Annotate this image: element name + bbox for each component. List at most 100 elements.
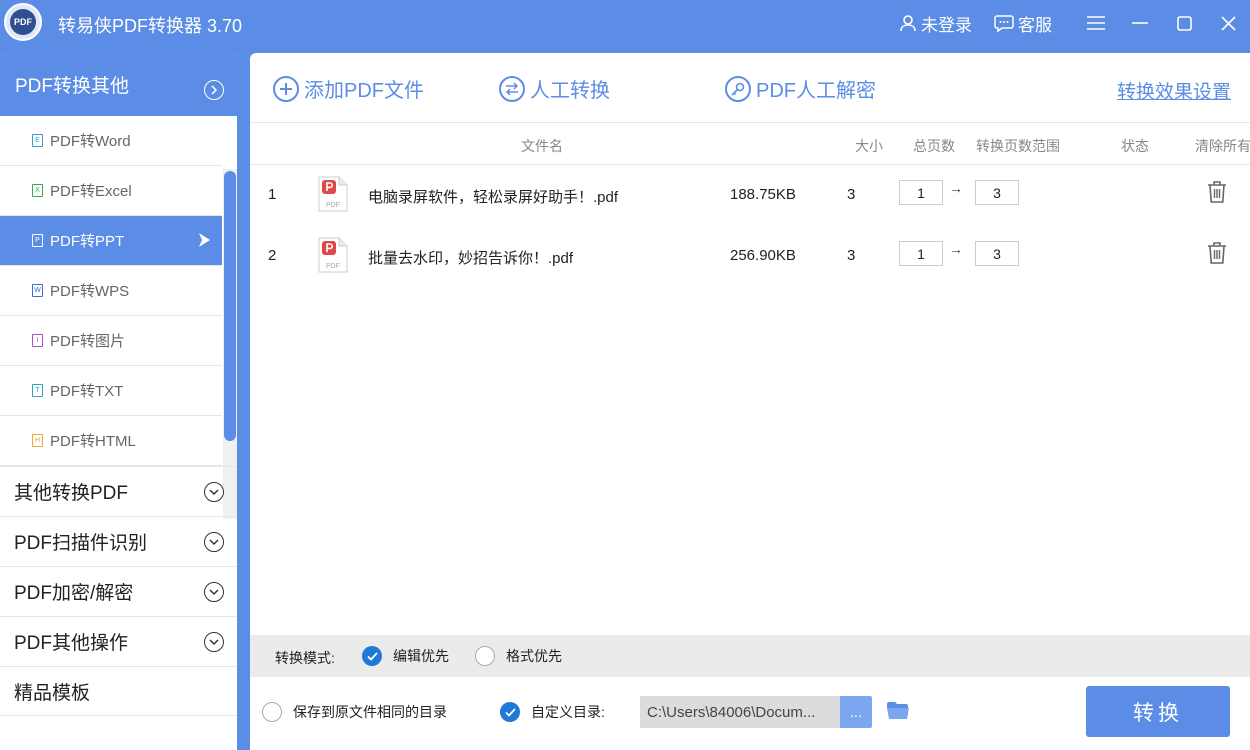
- table-row[interactable]: 2 PDF 批量去水印，妙招告诉你！.pdf 256.90KB 3 →: [250, 226, 1250, 287]
- row-index: 2: [268, 247, 277, 264]
- sidebar-item-templates[interactable]: 精品模板: [0, 666, 237, 716]
- minimize-icon: [1132, 22, 1148, 24]
- excel-file-icon: X: [32, 184, 43, 197]
- manual-decrypt-label: PDF人工解密: [756, 80, 876, 102]
- row-index: 1: [268, 186, 277, 203]
- sidebar-group-2[interactable]: PDF加密/解密: [0, 566, 237, 616]
- output-bar: 保存到原文件相同的目录 自定义目录: ... 转换: [250, 677, 1250, 750]
- word-file-icon: E: [32, 134, 43, 147]
- col-size: 大小: [855, 138, 883, 154]
- customer-service-button[interactable]: 客服: [994, 11, 1052, 36]
- sidebar-group-0[interactable]: 其他转换PDF: [0, 466, 237, 516]
- sidebar-group-1[interactable]: PDF扫描件识别: [0, 516, 237, 566]
- sidebar-group-3[interactable]: PDF其他操作: [0, 616, 237, 666]
- col-pages: 总页数: [913, 138, 955, 154]
- range-arrow: →: [949, 180, 963, 196]
- app-logo: PDF: [4, 3, 42, 41]
- html-file-icon: H: [32, 434, 43, 447]
- sidebar-group-label: PDF其他操作: [14, 633, 129, 654]
- chevron-down-icon: [204, 482, 224, 502]
- maximize-button[interactable]: [1162, 0, 1206, 46]
- sidebar-item-excel[interactable]: X PDF转Excel: [0, 166, 222, 216]
- manual-convert-button[interactable]: 人工转换: [499, 74, 610, 103]
- user-icon: [900, 15, 916, 32]
- sidebar-header-label: PDF转换其他: [15, 76, 130, 97]
- sidebar-group-label: 其他转换PDF: [14, 483, 129, 504]
- mode-bar: 转换模式: 编辑优先 格式优先: [250, 635, 1250, 677]
- title-bar: PDF 转易侠PDF转换器 3.70 未登录 客服: [0, 0, 1250, 46]
- sidebar-item-image[interactable]: I PDF转图片: [0, 316, 222, 366]
- table-row[interactable]: 1 PDF 电脑录屏软件，轻松录屏好助手！.pdf 188.75KB 3 →: [250, 165, 1250, 226]
- sidebar-header-pdf-to-other[interactable]: PDF转换其他: [0, 53, 237, 116]
- manual-decrypt-button[interactable]: PDF人工解密: [725, 74, 876, 103]
- page-from-input[interactable]: [899, 180, 943, 205]
- sidebar-scroll-thumb[interactable]: [224, 171, 236, 441]
- sidebar-item-label: PDF转Excel: [50, 183, 132, 200]
- format-first-label: 格式优先: [506, 648, 562, 664]
- close-button[interactable]: [1206, 0, 1250, 46]
- same-dir-option[interactable]: 保存到原文件相同的目录: [262, 702, 447, 722]
- app-logo-text: PDF: [10, 9, 36, 35]
- page-to-input[interactable]: [975, 241, 1019, 266]
- file-name: 电脑录屏软件，轻松录屏好助手！.pdf: [368, 189, 619, 206]
- col-range: 转换页数范围: [976, 138, 1060, 154]
- trash-icon[interactable]: [1206, 241, 1228, 269]
- login-label: 未登录: [921, 15, 972, 35]
- wps-file-icon: W: [32, 284, 43, 297]
- sidebar: PDF转换其他 E PDF转Word X PDF转Excel P PDF转PPT W PDF转…: [0, 53, 237, 750]
- sidebar-item-label: PDF转Word: [50, 133, 131, 150]
- svg-text:PDF: PDF: [326, 263, 340, 270]
- chevron-down-icon: [204, 632, 224, 652]
- format-first-option[interactable]: 格式优先: [475, 646, 562, 666]
- range-arrow: →: [949, 241, 963, 257]
- chevron-down-icon: [204, 532, 224, 552]
- plus-icon: [273, 75, 299, 102]
- sidebar-item-word[interactable]: E PDF转Word: [0, 116, 222, 166]
- close-icon: [1220, 15, 1236, 31]
- edit-first-option[interactable]: 编辑优先: [362, 646, 449, 666]
- minimize-button[interactable]: [1118, 0, 1162, 46]
- swap-icon: [499, 75, 525, 102]
- trash-icon[interactable]: [1206, 180, 1228, 208]
- radio-unchecked-icon: [262, 702, 282, 722]
- app-title: 转易侠PDF转换器 3.70: [58, 16, 243, 36]
- file-size: 256.90KB: [730, 247, 796, 264]
- sidebar-item-txt[interactable]: T PDF转TXT: [0, 366, 222, 416]
- add-pdf-button[interactable]: 添加PDF文件: [273, 74, 424, 103]
- table-header: 文件名 大小 总页数 转换页数范围 状态 清除所有: [250, 123, 1250, 165]
- templates-label: 精品模板: [14, 682, 91, 704]
- browse-dir-button[interactable]: ...: [840, 696, 872, 728]
- sidebar-group-label: PDF扫描件识别: [14, 533, 148, 554]
- edit-first-label: 编辑优先: [393, 648, 449, 664]
- login-button[interactable]: 未登录: [899, 11, 972, 36]
- txt-file-icon: T: [32, 384, 43, 397]
- page-from-input[interactable]: [899, 241, 943, 266]
- custom-dir-option[interactable]: 自定义目录:: [500, 702, 605, 722]
- caret-right-icon: [198, 233, 210, 251]
- col-status: 状态: [1121, 138, 1149, 154]
- output-dir-field[interactable]: [640, 696, 840, 728]
- sidebar-sub-list: E PDF转Word X PDF转Excel P PDF转PPT W PDF转WPS I PDF转…: [0, 116, 237, 466]
- sidebar-item-ppt[interactable]: P PDF转PPT: [0, 216, 222, 266]
- main-panel: 添加PDF文件 人工转换 PDF人工解密 转换效果设置 文件名 大小 总页数 转…: [250, 53, 1250, 750]
- sidebar-item-html[interactable]: H PDF转HTML: [0, 416, 222, 466]
- file-name: 批量去水印，妙招告诉你！.pdf: [368, 250, 574, 267]
- sidebar-item-label: PDF转TXT: [50, 383, 124, 400]
- checkmark-icon: [500, 702, 520, 722]
- sidebar-item-label: PDF转HTML: [50, 433, 136, 450]
- page-count: 3: [847, 186, 856, 203]
- sidebar-item-label: PDF转WPS: [50, 283, 130, 300]
- menu-button[interactable]: [1074, 0, 1118, 46]
- manual-convert-label: 人工转换: [530, 80, 610, 102]
- convert-button[interactable]: 转换: [1086, 686, 1230, 737]
- clear-all-button[interactable]: 清除所有: [1195, 136, 1250, 156]
- page-to-input[interactable]: [975, 180, 1019, 205]
- folder-open-icon[interactable]: [886, 701, 910, 723]
- page-count: 3: [847, 247, 856, 264]
- chevron-down-icon: [204, 582, 224, 602]
- conversion-settings-link[interactable]: 转换效果设置: [1117, 77, 1231, 104]
- svg-text:PDF: PDF: [326, 202, 340, 209]
- custom-dir-label: 自定义目录:: [531, 704, 605, 720]
- chevron-right-icon: [204, 80, 224, 100]
- sidebar-item-wps[interactable]: W PDF转WPS: [0, 266, 222, 316]
